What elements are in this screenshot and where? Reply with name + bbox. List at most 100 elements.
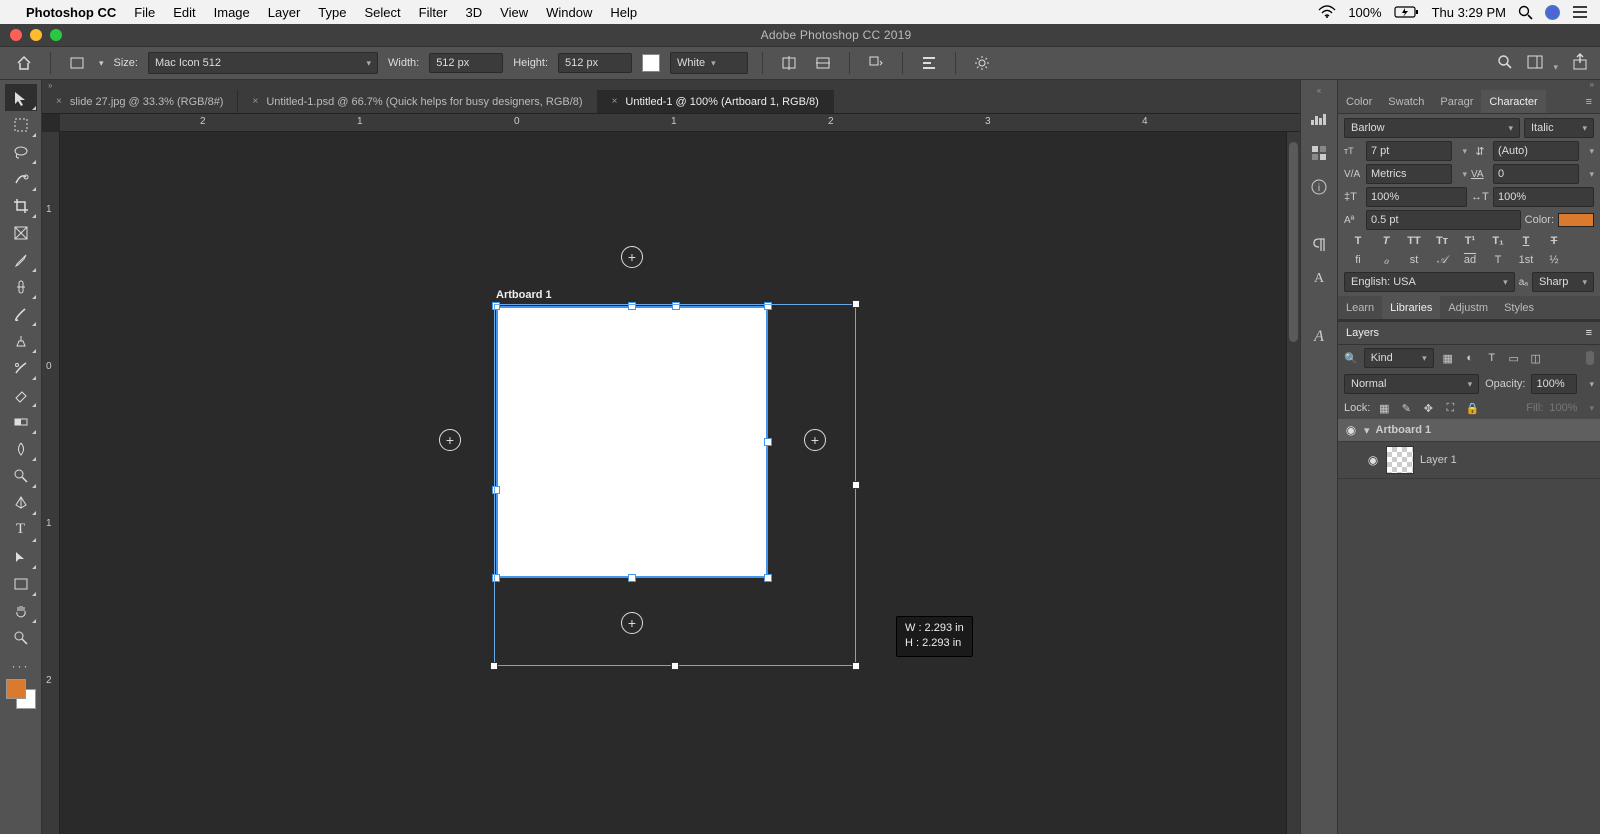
- workspace-switcher-icon[interactable]: ▾: [1527, 54, 1558, 73]
- alt-button[interactable]: 𝒜: [1432, 254, 1452, 267]
- opacity-field[interactable]: 100%: [1531, 374, 1577, 394]
- chevron-down-icon[interactable]: ▾: [1364, 424, 1370, 437]
- superscript-button[interactable]: T¹: [1460, 235, 1480, 247]
- menu-window[interactable]: Window: [546, 5, 592, 20]
- blend-mode-select[interactable]: Normal▾: [1344, 374, 1479, 394]
- layer-layer-1[interactable]: ◉ Layer 1: [1338, 442, 1600, 479]
- panel-icon-paragraph[interactable]: [1309, 235, 1329, 255]
- fractions-button[interactable]: 1st: [1516, 254, 1536, 267]
- expand-panels-icon[interactable]: »: [48, 81, 52, 90]
- gradient-tool[interactable]: [5, 408, 37, 435]
- tab-character[interactable]: Character: [1481, 90, 1545, 113]
- eyedropper-tool[interactable]: [5, 246, 37, 273]
- edit-toolbar-button[interactable]: ···: [5, 659, 37, 673]
- lock-all-icon[interactable]: 🔒: [1464, 400, 1480, 416]
- add-artboard-top-icon[interactable]: +: [621, 246, 643, 268]
- half-button[interactable]: ½: [1544, 254, 1564, 267]
- vertical-scrollbar[interactable]: [1286, 132, 1300, 834]
- notification-center-icon[interactable]: [1572, 5, 1588, 19]
- smallcaps-button[interactable]: Tᴛ: [1432, 235, 1452, 247]
- close-icon[interactable]: ×: [612, 96, 618, 107]
- quick-select-tool[interactable]: [5, 165, 37, 192]
- search-icon[interactable]: [1497, 54, 1513, 73]
- artboard-label[interactable]: Artboard 1: [496, 289, 552, 301]
- add-artboard-left-icon[interactable]: +: [439, 429, 461, 451]
- close-icon[interactable]: ×: [252, 96, 258, 107]
- layer-thumbnail[interactable]: [1386, 446, 1414, 474]
- allcaps-button[interactable]: TT: [1404, 235, 1424, 247]
- tab-paragraph[interactable]: Paragr: [1432, 90, 1481, 113]
- crop-tool[interactable]: [5, 192, 37, 219]
- align-button-2[interactable]: [811, 51, 835, 75]
- blur-tool[interactable]: [5, 435, 37, 462]
- zoom-tool[interactable]: [5, 624, 37, 651]
- gear-icon[interactable]: [970, 51, 994, 75]
- layer-filter-search-icon[interactable]: 🔍: [1344, 352, 1358, 365]
- clone-stamp-tool[interactable]: [5, 327, 37, 354]
- stylistic-button[interactable]: st: [1404, 254, 1424, 267]
- hscale-field[interactable]: 100%: [1493, 187, 1594, 207]
- size-preset-select[interactable]: Mac Icon 512▾: [148, 52, 378, 74]
- panel-menu-icon[interactable]: ≡: [1578, 90, 1600, 113]
- lasso-tool[interactable]: [5, 138, 37, 165]
- menu-type[interactable]: Type: [318, 5, 346, 20]
- menu-3d[interactable]: 3D: [466, 5, 483, 20]
- italic-button[interactable]: T: [1376, 235, 1396, 247]
- subscript-button[interactable]: T₁: [1488, 235, 1508, 247]
- horizontal-ruler[interactable]: 2 1 0 1 2 3 4: [60, 114, 1300, 132]
- tab-styles[interactable]: Styles: [1496, 296, 1542, 319]
- transform-bounds[interactable]: [494, 304, 856, 666]
- kerning-field[interactable]: Metrics: [1366, 164, 1452, 184]
- close-icon[interactable]: ×: [56, 96, 62, 107]
- wifi-icon[interactable]: [1318, 5, 1336, 19]
- doc-tab-3[interactable]: ×Untitled-1 @ 100% (Artboard 1, RGB/8): [598, 90, 834, 113]
- font-size-field[interactable]: 7 pt: [1366, 141, 1452, 161]
- type-tool[interactable]: T: [5, 516, 37, 543]
- lock-transparency-icon[interactable]: ▦: [1376, 400, 1392, 416]
- artboard-bg-select[interactable]: White▾: [670, 52, 748, 74]
- vscale-field[interactable]: 100%: [1366, 187, 1467, 207]
- panel-icon-histogram[interactable]: [1309, 109, 1329, 129]
- lock-position-icon[interactable]: ✥: [1420, 400, 1436, 416]
- width-field[interactable]: 512 px: [429, 53, 503, 73]
- filter-smart-icon[interactable]: ◫: [1528, 350, 1544, 366]
- tab-color[interactable]: Color: [1338, 90, 1380, 113]
- spotlight-icon[interactable]: [1518, 5, 1533, 20]
- menu-image[interactable]: Image: [214, 5, 250, 20]
- clock[interactable]: Thu 3:29 PM: [1432, 5, 1506, 20]
- menu-file[interactable]: File: [134, 5, 155, 20]
- ordinals-button[interactable]: T: [1488, 254, 1508, 267]
- menu-layer[interactable]: Layer: [268, 5, 301, 20]
- baseline-field[interactable]: 0.5 pt: [1366, 210, 1521, 230]
- siri-icon[interactable]: [1545, 5, 1560, 20]
- window-close-button[interactable]: [10, 29, 22, 41]
- chevron-down-icon[interactable]: ▾: [99, 58, 104, 69]
- pen-tool[interactable]: [5, 489, 37, 516]
- share-icon[interactable]: [1572, 53, 1588, 74]
- filter-pixel-icon[interactable]: ▦: [1440, 350, 1456, 366]
- panel-icon-glyphs[interactable]: A: [1309, 327, 1329, 347]
- language-select[interactable]: English: USA▾: [1344, 272, 1515, 292]
- healing-brush-tool[interactable]: [5, 273, 37, 300]
- color-swatches[interactable]: [6, 679, 36, 709]
- menu-filter[interactable]: Filter: [419, 5, 448, 20]
- transform-button[interactable]: [864, 51, 888, 75]
- menu-help[interactable]: Help: [610, 5, 637, 20]
- lock-pixels-icon[interactable]: ✎: [1398, 400, 1414, 416]
- height-field[interactable]: 512 px: [558, 53, 632, 73]
- tab-learn[interactable]: Learn: [1338, 296, 1382, 319]
- home-button[interactable]: [12, 51, 36, 75]
- doc-tab-1[interactable]: ×slide 27.jpg @ 33.3% (RGB/8#): [42, 90, 238, 113]
- panel-icon-character[interactable]: A: [1309, 269, 1329, 289]
- bold-button[interactable]: T: [1348, 235, 1368, 247]
- layer-filter-select[interactable]: Kind▾: [1364, 348, 1434, 368]
- font-style-select[interactable]: Italic▾: [1524, 118, 1594, 138]
- underline-button[interactable]: T: [1516, 235, 1536, 247]
- app-name[interactable]: Photoshop CC: [26, 5, 116, 20]
- tab-adjustments[interactable]: Adjustm: [1440, 296, 1496, 319]
- artboard-orientation-button[interactable]: [65, 51, 89, 75]
- layer-artboard-1[interactable]: ◉ ▾ Artboard 1: [1338, 419, 1600, 442]
- scrollbar-thumb[interactable]: [1289, 142, 1298, 342]
- vertical-ruler[interactable]: 1 0 1 2: [42, 132, 60, 834]
- panel-icon-info[interactable]: i: [1309, 177, 1329, 197]
